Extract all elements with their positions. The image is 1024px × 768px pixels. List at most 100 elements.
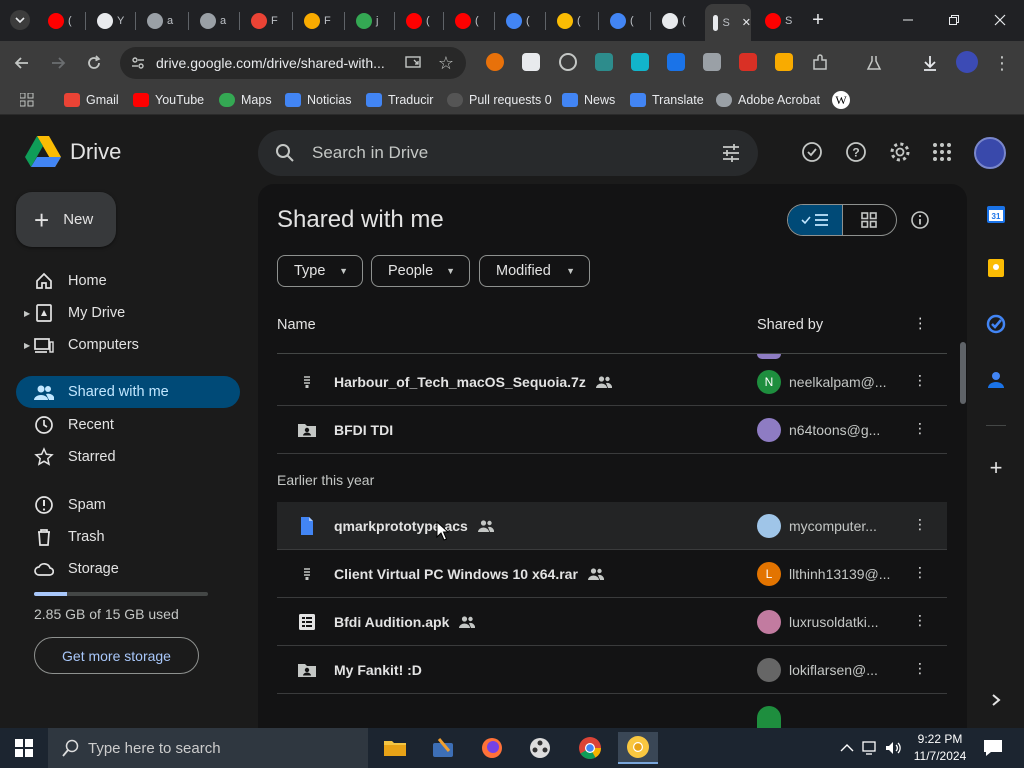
sidebar-item-computers[interactable]: ▶ Computers [16,329,240,361]
browser-tab[interactable]: ( [447,7,491,35]
taskbar-firefox[interactable] [472,732,512,764]
more-actions-icon[interactable]: ⋮ [913,660,927,677]
browser-tab[interactable]: ( [40,7,84,35]
file-row[interactable]: Client Virtual PC Windows 10 x64.rar Lllt… [277,550,947,598]
wikipedia-bookmark[interactable]: W [832,91,850,109]
help-icon[interactable]: ? [843,139,869,165]
sidebar-item-shared-with-me[interactable]: Shared with me [16,376,240,408]
sidebar-item-recent[interactable]: Recent [16,409,240,441]
browser-tab[interactable]: S [757,7,801,35]
drive-search-input[interactable] [312,143,692,163]
column-options-icon[interactable]: ⋮ [913,316,928,332]
contacts-icon[interactable] [984,368,1008,392]
column-name-header[interactable]: Name [277,317,316,333]
minimize-icon[interactable] [898,10,918,30]
view-details-icon[interactable] [907,207,933,233]
file-row[interactable]: My Fankit! :D lokiflarsen@... ⋮ [277,646,947,694]
apps-grid-icon[interactable] [17,90,37,110]
more-actions-icon[interactable]: ⋮ [913,612,927,629]
grid-view-button[interactable] [841,205,896,235]
file-row[interactable]: Harbour_of_Tech_macOS_Sequoia.7z Nneelkal… [277,358,947,406]
extensions-puzzle-icon[interactable] [810,53,830,73]
taskbar-search-box[interactable]: Type here to search [48,728,368,768]
sidebar-item-my-drive[interactable]: ▶ My Drive [16,297,240,329]
extension-icon[interactable] [739,53,757,71]
tasks-icon[interactable] [984,312,1008,336]
more-actions-icon[interactable]: ⋮ [913,372,927,389]
get-more-storage-button[interactable]: Get more storage [34,637,199,674]
browser-tab[interactable]: F [243,7,287,35]
close-window-icon[interactable] [990,10,1010,30]
taskbar-file-explorer[interactable] [375,732,415,764]
taskbar-app-tools[interactable] [423,732,463,764]
start-button[interactable] [0,728,48,768]
show-hidden-icons-chevron[interactable] [837,738,857,758]
browser-tab[interactable]: a [192,7,236,35]
browser-tab[interactable]: Y [89,7,133,35]
get-addons-plus-icon[interactable]: + [984,455,1008,480]
extension-icon[interactable] [667,53,685,71]
bookmark-item[interactable]: Gmail [64,92,119,108]
extension-icon[interactable] [522,53,540,71]
keep-icon[interactable] [984,256,1008,280]
extension-icon[interactable] [703,53,721,71]
column-shared-by-header[interactable]: Shared by [757,317,823,333]
settings-gear-icon[interactable] [887,139,913,165]
extension-icon[interactable] [595,53,613,71]
extension-icon[interactable] [559,53,577,71]
search-options-icon[interactable] [718,140,744,166]
install-app-icon[interactable] [404,53,424,73]
new-button[interactable]: + New [16,192,116,247]
browser-tab[interactable]: j [348,7,392,35]
sidebar-item-spam[interactable]: Spam [16,489,240,521]
list-view-button[interactable] [788,205,842,235]
taskbar-clock[interactable]: 9:22 PM 11/7/2024 [906,731,974,765]
download-icon[interactable] [920,53,940,73]
filter-people-chip[interactable]: People ▼ [371,255,470,287]
extension-icon[interactable] [775,53,793,71]
site-settings-icon[interactable] [128,53,148,73]
maximize-icon[interactable] [944,10,964,30]
filter-modified-chip[interactable]: Modified ▼ [479,255,590,287]
browser-tab[interactable]: ( [654,7,698,35]
bookmark-star-icon[interactable]: ☆ [436,53,456,73]
bookmark-item[interactable]: Noticias [285,92,351,108]
browser-tab[interactable]: S ✕ [705,4,751,41]
extension-icon[interactable] [631,53,649,71]
drive-search-bar[interactable] [258,130,758,176]
reload-icon[interactable] [84,53,104,73]
more-actions-icon[interactable]: ⋮ [913,516,927,533]
browser-menu-icon[interactable]: ⋮ [992,53,1012,73]
profile-avatar-icon[interactable] [956,51,978,73]
more-actions-icon[interactable]: ⋮ [913,420,927,437]
browser-tab[interactable]: a [139,7,183,35]
calendar-icon[interactable]: 31 [984,202,1008,226]
account-avatar[interactable] [974,137,1006,169]
browser-tab[interactable]: ( [602,7,646,35]
sidebar-item-starred[interactable]: Starred [16,441,240,473]
taskbar-media-app[interactable] [520,732,560,764]
offline-ready-icon[interactable] [799,139,825,165]
browser-tab[interactable]: ( [498,7,542,35]
bookmark-item[interactable]: Translate [630,92,704,108]
browser-tab[interactable]: F [296,7,340,35]
sidebar-item-trash[interactable]: Trash [16,521,240,553]
close-tab-icon[interactable]: ✕ [742,16,751,29]
network-icon[interactable] [861,738,881,758]
labs-flask-icon[interactable] [864,53,884,73]
sidebar-item-storage[interactable]: Storage [16,553,240,585]
bookmark-item[interactable]: News [562,92,615,108]
expand-arrow-icon[interactable]: ▶ [24,341,30,350]
browser-tab[interactable]: ( [549,7,593,35]
bookmark-item[interactable]: YouTube [133,92,204,108]
forward-icon[interactable] [48,53,68,73]
file-row[interactable]: Bfdi Audition.apk luxrusoldatki... ⋮ [277,598,947,646]
google-apps-icon[interactable] [929,139,955,165]
filter-type-chip[interactable]: Type ▼ [277,255,363,287]
search-icon[interactable] [272,140,298,166]
taskbar-chrome-canary[interactable] [618,732,658,764]
more-actions-icon[interactable]: ⋮ [913,564,927,581]
bookmark-item[interactable]: Traducir [366,92,433,108]
expand-arrow-icon[interactable]: ▶ [24,309,30,318]
file-row[interactable]: BFDI TDI n64toons@g... ⋮ [277,406,947,454]
